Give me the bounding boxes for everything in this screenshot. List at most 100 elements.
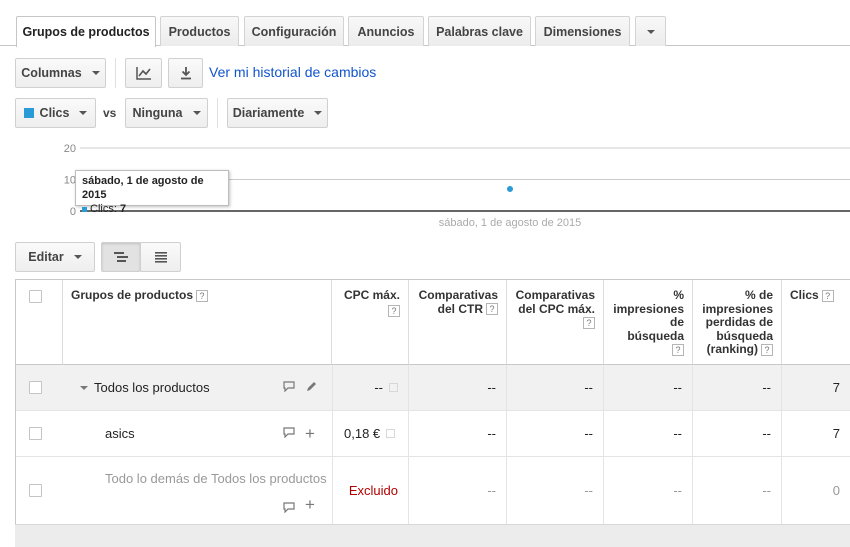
row-checkbox[interactable] <box>29 381 42 394</box>
header-max-cpc[interactable]: CPC máx. ? <box>332 280 409 365</box>
collapse-icon[interactable] <box>80 385 88 390</box>
change-history-link[interactable]: Ver mi historial de cambios <box>209 64 376 80</box>
header-label: Grupos de productos <box>71 288 194 302</box>
header-ctr-comparison[interactable]: Comparativas del CTR? <box>409 280 507 365</box>
tooltip-label: Clics: <box>90 203 117 215</box>
product-group-name: Todos los productos <box>94 380 210 395</box>
select-all-checkbox[interactable] <box>29 290 42 303</box>
primary-metric-label: Clics <box>39 106 70 120</box>
header-cpc-comparison[interactable]: Comparativas del CPC máx.? <box>507 280 604 365</box>
max-cpc-value: 0,18 € <box>344 426 381 441</box>
tab-bar: Grupos de productos Productos Configurac… <box>0 0 850 47</box>
series-color-swatch <box>23 108 34 118</box>
primary-metric-select[interactable]: Clics <box>15 98 96 128</box>
header-label: Comparativas <box>515 288 595 302</box>
header-label: búsqueda <box>716 328 773 343</box>
impr-share-cell: -- <box>604 411 693 456</box>
header-label: % de <box>744 288 773 302</box>
header-label: impresiones <box>613 301 684 316</box>
header-select-all <box>16 280 63 365</box>
tab-keywords[interactable]: Palabras clave <box>428 16 531 46</box>
divider <box>217 98 218 128</box>
header-label: % <box>673 288 684 302</box>
period-label: Diariamente <box>232 106 305 120</box>
chevron-down-icon <box>192 111 201 115</box>
lost-impr-cell: -- <box>693 411 782 456</box>
help-icon[interactable]: ? <box>486 303 498 316</box>
chevron-down-icon <box>314 111 323 115</box>
chart-toggle-button[interactable] <box>125 58 162 88</box>
tab-product-groups[interactable]: Grupos de productos <box>16 16 156 47</box>
header-product-groups[interactable]: Grupos de productos? <box>63 280 332 365</box>
tree-view-icon <box>114 252 128 262</box>
columns-button-label: Columnas <box>21 66 82 80</box>
data-point[interactable] <box>506 184 514 193</box>
edit-button-label: Editar <box>28 250 64 264</box>
header-impression-share[interactable]: % impresiones de búsqueda ? <box>604 280 693 365</box>
header-label: (ranking) <box>706 342 758 356</box>
tab-settings[interactable]: Configuración <box>244 16 344 46</box>
comment-icon[interactable] <box>283 426 295 441</box>
help-icon[interactable]: ? <box>821 289 834 302</box>
chevron-down-icon <box>73 255 82 259</box>
help-icon[interactable]: ? <box>388 305 400 318</box>
period-select[interactable]: Diariamente <box>227 98 328 128</box>
cpc-cmp-cell: -- <box>507 411 604 456</box>
help-icon[interactable]: ? <box>583 316 595 329</box>
max-cpc-value: -- <box>374 380 383 395</box>
header-label: de <box>669 315 684 329</box>
secondary-metric-label: Ninguna <box>132 106 183 120</box>
edit-box-icon <box>389 383 398 392</box>
tab-products[interactable]: Productos <box>160 16 239 46</box>
clicks-cell: 0 <box>782 457 850 524</box>
plus-icon[interactable]: + <box>305 424 315 444</box>
product-group-cell: Todos los productos <box>63 365 332 410</box>
comment-icon[interactable] <box>283 380 295 395</box>
row-checkbox[interactable] <box>29 484 42 497</box>
edit-button[interactable]: Editar <box>15 242 95 272</box>
ctr-cmp-cell: -- <box>409 457 507 524</box>
header-label: Comparativas <box>418 288 498 302</box>
header-label: búsqueda <box>627 328 684 343</box>
impr-share-cell: -- <box>604 365 693 410</box>
vs-label: vs <box>103 106 117 120</box>
comment-icon[interactable] <box>283 501 295 516</box>
edit-box-icon <box>386 429 396 438</box>
impr-share-cell: -- <box>604 457 693 524</box>
more-tabs-button[interactable] <box>635 16 666 46</box>
tab-ads[interactable]: Anuncios <box>348 16 424 46</box>
product-groups-table: Grupos de productos? CPC máx. ? Comparat… <box>15 279 850 547</box>
ctr-cmp-cell: -- <box>409 365 507 410</box>
clicks-cell: 7 <box>782 411 850 456</box>
line-chart-icon <box>135 67 151 80</box>
lost-impr-cell: -- <box>693 457 782 524</box>
help-icon[interactable]: ? <box>196 289 209 302</box>
header-label: impresiones <box>702 301 773 316</box>
table-row[interactable]: asics + 0,18 € -- -- -- -- 7 <box>16 411 850 457</box>
edit-pencil-icon[interactable] <box>306 380 318 395</box>
chart-tooltip: sábado, 1 de agosto de 2015 Clics: 7 <box>75 170 229 215</box>
help-icon[interactable]: ? <box>761 343 773 356</box>
header-label: perdidas de <box>705 315 773 329</box>
row-checkbox[interactable] <box>29 427 42 440</box>
tooltip-value: 7 <box>119 203 127 215</box>
header-lost-impression-share[interactable]: % de impresiones perdidas de búsqueda (r… <box>693 280 782 365</box>
header-clicks[interactable]: Clics? <box>782 280 850 365</box>
help-icon[interactable]: ? <box>672 343 684 356</box>
product-group-cell: asics + <box>63 411 332 456</box>
download-button[interactable] <box>168 58 203 88</box>
max-cpc-cell: -- <box>332 365 409 410</box>
columns-button[interactable]: Columnas <box>15 58 106 88</box>
table-row[interactable]: Todo lo demás de Todos los productos + E… <box>16 457 850 525</box>
table-row[interactable]: Todos los productos -- -- -- -- -- 7 <box>16 365 850 411</box>
list-view-button[interactable] <box>140 242 181 272</box>
max-cpc-cell: 0,18 € <box>332 411 409 456</box>
tab-dimensions[interactable]: Dimensiones <box>535 16 630 46</box>
chevron-down-icon <box>646 29 655 34</box>
plus-icon[interactable]: + <box>305 495 315 515</box>
clicks-cell: 7 <box>782 365 850 410</box>
product-group-name: asics <box>105 426 135 441</box>
secondary-metric-select[interactable]: Ninguna <box>125 98 208 128</box>
tree-view-button[interactable] <box>101 242 141 272</box>
header-label: del CPC máx. <box>518 301 595 316</box>
